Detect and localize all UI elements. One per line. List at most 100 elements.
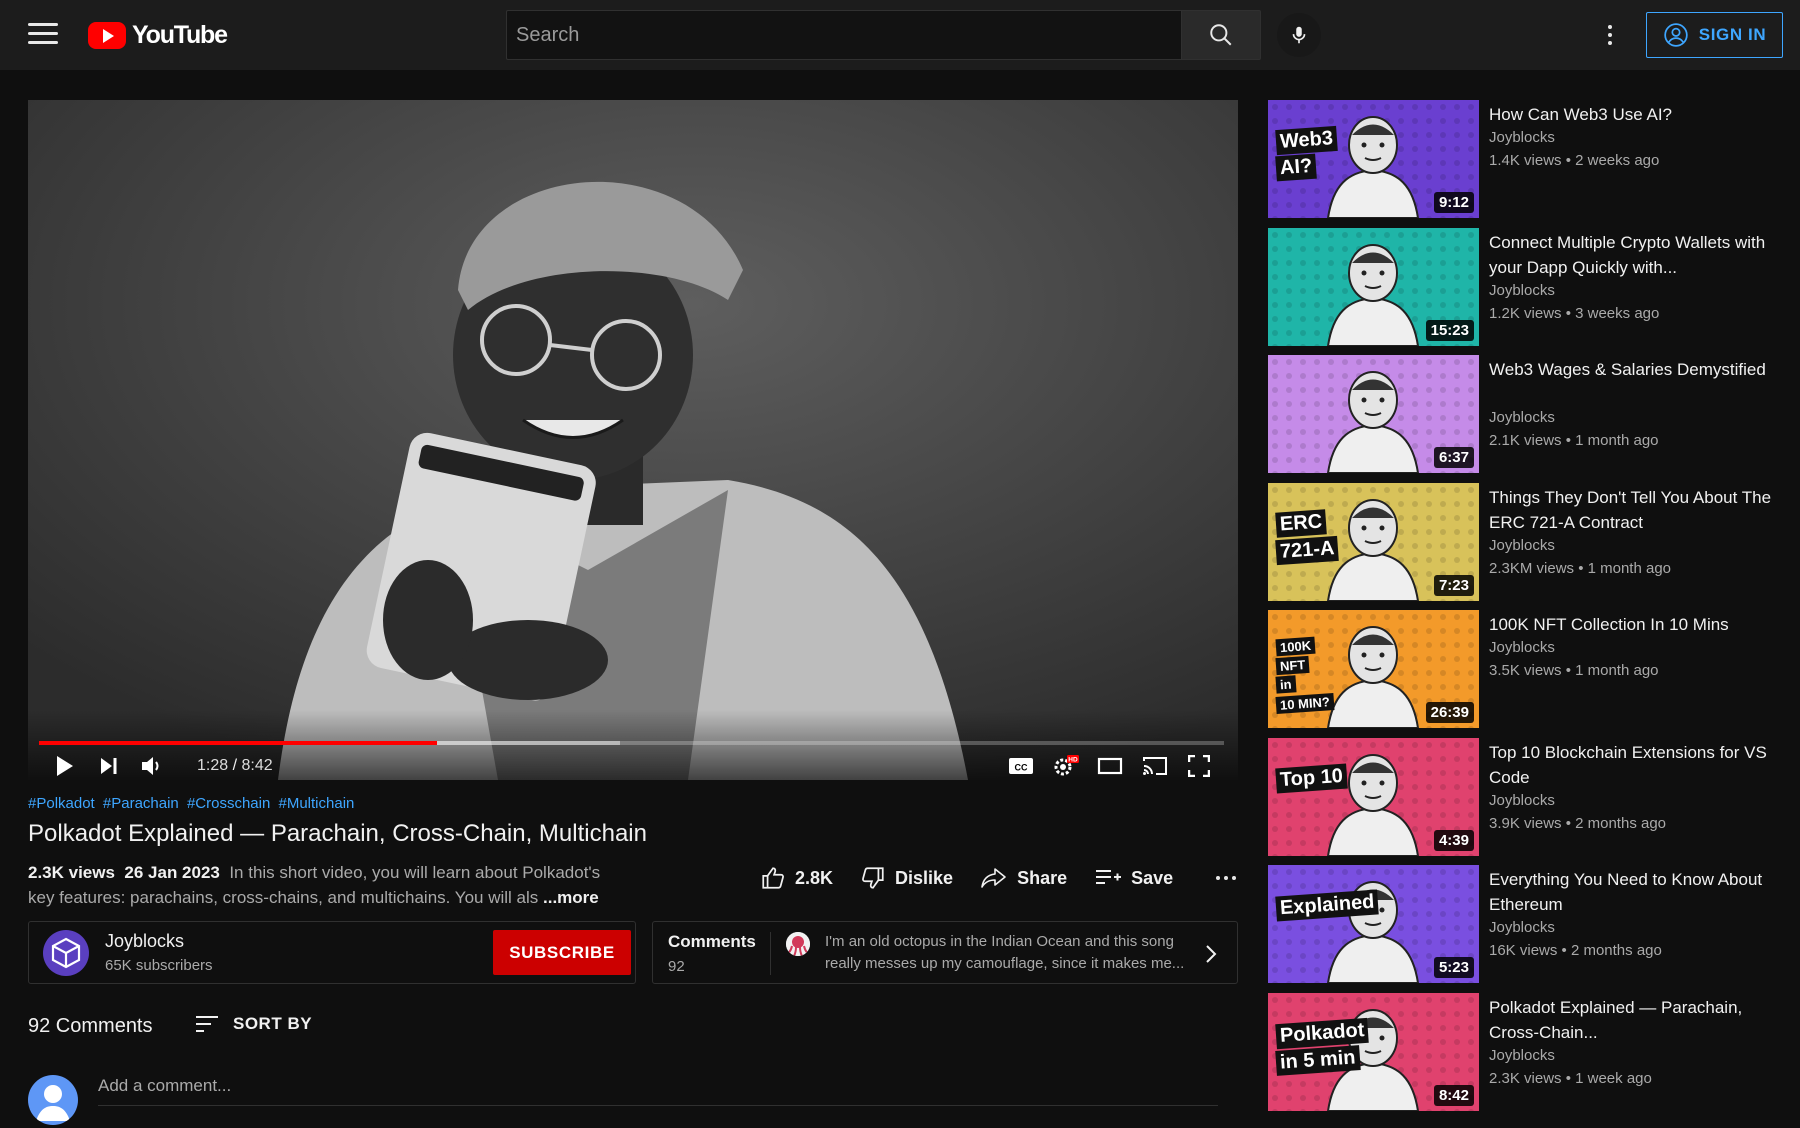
thumbnail-caption-line: Web3	[1275, 125, 1338, 156]
recommended-video[interactable]: Top 10 4:39 Top 10 Blockchain Extensions f…	[1268, 737, 1788, 856]
video-duration: 7:23	[1433, 574, 1474, 596]
menu-icon[interactable]	[28, 23, 58, 47]
view-count: 2.3K views	[28, 863, 115, 882]
channel-avatar[interactable]	[43, 930, 89, 976]
gear-hd-icon: HD	[1054, 755, 1079, 776]
channel-name[interactable]: Joyblocks	[105, 931, 184, 952]
recommended-video-channel[interactable]: Joyblocks	[1489, 537, 1555, 554]
more-link[interactable]: ...more	[543, 888, 599, 907]
add-comment-field	[98, 1076, 1218, 1106]
video-duration: 9:12	[1433, 192, 1474, 213]
recommended-video-title[interactable]: Everything You Need to Know About Ethere…	[1489, 867, 1779, 917]
recommended-video[interactable]: Web3 AI? 9:12 How Can Web3 Use AI? Joyblocks…	[1268, 100, 1788, 218]
hashtag-link[interactable]: #Multichain	[279, 795, 355, 812]
video-duration: 15:23	[1425, 319, 1474, 341]
search-input[interactable]	[516, 23, 1172, 47]
fullscreen-button[interactable]	[1186, 754, 1212, 778]
thumbnail-caption-line: NFT	[1275, 655, 1310, 676]
recommended-video-channel[interactable]: Joyblocks	[1489, 639, 1555, 656]
next-button[interactable]	[96, 754, 122, 778]
recommended-video[interactable]: Explained 5:23 Everything You Need to Know…	[1268, 865, 1788, 983]
subtitles-button[interactable]: CC	[1007, 754, 1035, 778]
recommended-video-meta: 2.3K views • 1 week ago	[1489, 1069, 1652, 1087]
video-thumbnail[interactable]: Top 10 4:39	[1268, 737, 1479, 856]
sign-in-button[interactable]: SIGN IN	[1646, 12, 1783, 58]
thumbnail-caption-line: Polkadot	[1275, 1017, 1370, 1049]
like-button[interactable]: 2.8K	[760, 865, 833, 891]
video-thumbnail[interactable]: Polkadot in 5 min 8:42	[1268, 992, 1479, 1111]
search-button[interactable]	[1181, 10, 1261, 60]
youtube-play-icon	[88, 21, 126, 49]
progress-bar[interactable]	[39, 741, 1224, 745]
recommended-video[interactable]: 6:37 Web3 Wages & Salaries Demystified Joy…	[1268, 355, 1788, 473]
video-duration: 6:37	[1433, 447, 1474, 468]
hashtag-link[interactable]: #Crosschain	[187, 795, 270, 812]
cast-button[interactable]	[1140, 754, 1170, 778]
recommended-video[interactable]: 100K NFT in 10 MIN? 26:39 100K NFT Collection…	[1268, 610, 1788, 728]
recommended-video-title[interactable]: Things They Don't Tell You About The ERC…	[1489, 485, 1779, 535]
thumbnail-caption-line: in 5 min	[1275, 1044, 1361, 1076]
video-thumbnail[interactable]: 100K NFT in 10 MIN? 26:39	[1268, 610, 1479, 728]
recommended-video-meta: 2.3KM views • 1 month ago	[1489, 559, 1672, 577]
recommended-video-channel[interactable]: Joyblocks	[1489, 792, 1555, 809]
video-thumbnail[interactable]: Explained 5:23	[1268, 865, 1479, 983]
svg-text:CC: CC	[1015, 763, 1028, 773]
video-thumbnail[interactable]: 15:23	[1268, 227, 1479, 346]
recommended-video-title[interactable]: Web3 Wages & Salaries Demystified	[1489, 357, 1779, 382]
settings-button[interactable]: HD	[1052, 754, 1080, 778]
closed-captions-icon: CC	[1009, 758, 1033, 774]
cube-logo-icon	[51, 937, 81, 969]
video-description[interactable]: 2.3K views 26 Jan 2023 In this short vid…	[28, 860, 618, 910]
sort-by-button[interactable]: SORT BY	[195, 1014, 312, 1034]
thumbnail-caption: Top 10	[1275, 763, 1348, 793]
chevron-right-icon	[1204, 943, 1218, 970]
share-button[interactable]: Share	[980, 866, 1067, 890]
top-bar: YouTube SIGN IN	[0, 0, 1800, 70]
hashtag-link[interactable]: #Polkadot	[28, 795, 95, 812]
play-button[interactable]	[52, 754, 78, 778]
settings-menu-icon[interactable]	[1600, 20, 1620, 50]
recommended-video[interactable]: 15:23 Connect Multiple Crypto Wallets wit…	[1268, 227, 1788, 346]
player-controls: 1:28 / 8:42 CC HD	[28, 710, 1238, 780]
theater-mode-icon	[1097, 757, 1123, 775]
theater-mode-button[interactable]	[1096, 754, 1124, 778]
recommended-video-channel[interactable]: Joyblocks	[1489, 409, 1555, 426]
video-player[interactable]: 1:28 / 8:42 CC HD	[28, 100, 1238, 780]
mute-button[interactable]	[138, 754, 166, 778]
recommended-video-channel[interactable]: Joyblocks	[1489, 129, 1555, 146]
user-avatar	[28, 1075, 78, 1125]
video-duration: 5:23	[1433, 957, 1474, 978]
fullscreen-icon	[1188, 755, 1210, 777]
played-bar	[39, 741, 438, 745]
voice-search-button[interactable]	[1277, 13, 1321, 57]
recommended-video-meta: 3.5K views • 1 month ago	[1489, 662, 1659, 679]
more-actions-icon[interactable]	[1216, 876, 1237, 880]
recommended-video-channel[interactable]: Joyblocks	[1489, 919, 1555, 936]
youtube-logo[interactable]: YouTube	[88, 20, 228, 50]
comment-input[interactable]	[98, 1076, 1218, 1096]
video-thumbnail[interactable]: Web3 AI? 9:12	[1268, 100, 1479, 218]
recommended-video-channel[interactable]: Joyblocks	[1489, 282, 1555, 299]
video-thumbnail[interactable]: ERC 721-A 7:23	[1268, 482, 1479, 601]
video-actions: 2.8K Dislike Share Save	[760, 862, 1237, 894]
cast-icon	[1143, 757, 1167, 775]
recommended-video[interactable]: Polkadot in 5 min 8:42 Polkadot Explained —…	[1268, 992, 1788, 1111]
recommended-video-title[interactable]: How Can Web3 Use AI?	[1489, 102, 1779, 127]
video-duration: 4:39	[1433, 829, 1474, 851]
hashtag-link[interactable]: #Parachain	[103, 795, 179, 812]
recommended-video-title[interactable]: Top 10 Blockchain Extensions for VS Code	[1489, 740, 1779, 790]
upload-date: 26 Jan 2023	[124, 863, 220, 882]
recommended-video-channel[interactable]: Joyblocks	[1489, 1047, 1555, 1064]
recommended-video-title[interactable]: 100K NFT Collection In 10 Mins	[1489, 612, 1779, 637]
recommended-video-title[interactable]: Connect Multiple Crypto Wallets with you…	[1489, 230, 1779, 280]
recommended-video-title[interactable]: Polkadot Explained — Parachain, Cross-Ch…	[1489, 995, 1779, 1045]
comments-teaser[interactable]: Comments 92 I'm an old octopus in the In…	[652, 921, 1238, 984]
video-thumbnail[interactable]: 6:37	[1268, 355, 1479, 473]
subscribe-button[interactable]: SUBSCRIBE	[493, 930, 631, 975]
subscriber-count: 65K subscribers	[105, 957, 213, 974]
save-button[interactable]: Save	[1094, 867, 1173, 889]
commenter-avatar	[786, 932, 810, 956]
recommended-video[interactable]: ERC 721-A 7:23 Things They Don't Tell You A…	[1268, 482, 1788, 601]
comments-heading: 92 Comments	[28, 1015, 153, 1037]
dislike-button[interactable]: Dislike	[860, 865, 953, 891]
